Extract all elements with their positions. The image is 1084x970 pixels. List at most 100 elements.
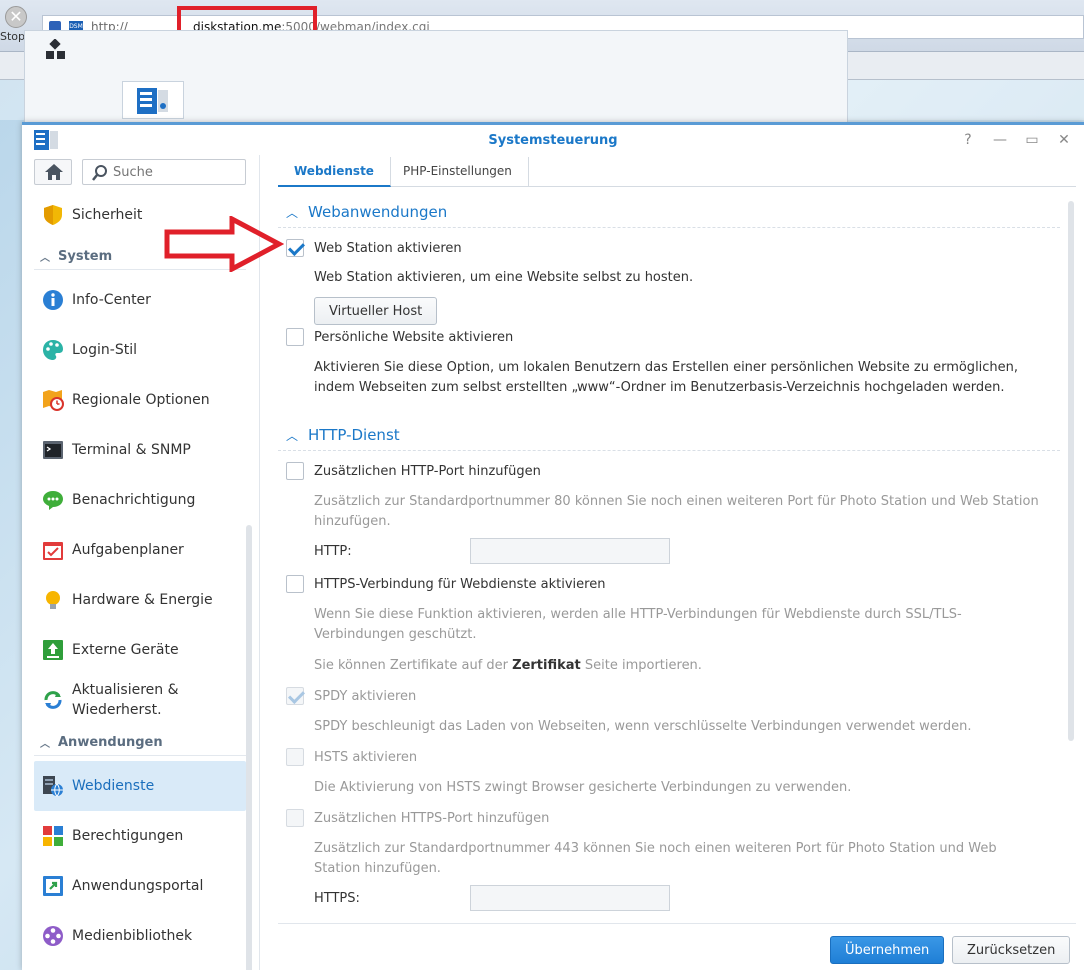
add-https-port-label: Zusätzlichen HTTPS-Port hinzufügen <box>314 810 550 826</box>
web-station-checkbox[interactable] <box>286 239 304 257</box>
control-panel-icon <box>137 88 168 114</box>
sidebar-item-login-stil[interactable]: Login-Stil <box>34 325 246 375</box>
hsts-description: Die Aktivierung von HSTS zwingt Browser … <box>314 780 852 795</box>
https-port-label: HTTPS: <box>314 891 360 906</box>
tab-webdienste[interactable]: Webdienste <box>278 157 391 187</box>
refresh-icon <box>44 691 62 709</box>
settings-content: ︿ Webanwendungen Web Station aktivieren … <box>278 199 1068 919</box>
certificate-note-prefix: Sie können Zertifikate auf der <box>314 658 513 673</box>
http-port-input[interactable] <box>470 538 670 564</box>
https-port-input[interactable] <box>470 885 670 911</box>
lightbulb-icon <box>46 591 60 609</box>
https-checkbox[interactable] <box>286 575 304 593</box>
media-icon <box>43 926 63 946</box>
home-icon <box>45 164 63 180</box>
annotation-arrow <box>164 216 284 272</box>
sidebar: Sicherheit ︿ System Info-Center Login-St… <box>22 155 260 970</box>
certificate-link[interactable]: Zertifikat <box>512 658 581 673</box>
shield-icon <box>44 205 62 225</box>
sidebar-item-medienbibliothek[interactable]: Medienbibliothek <box>34 911 246 961</box>
sidebar-item-label: Hardware & Energie <box>72 592 213 608</box>
tab-php-einstellungen[interactable]: PHP-Einstellungen <box>387 157 529 187</box>
portal-icon <box>43 876 63 896</box>
https-description: Wenn Sie diese Funktion aktivieren, werd… <box>314 607 962 642</box>
palette-icon <box>43 340 63 360</box>
https-label: HTTPS-Verbindung für Webdienste aktivier… <box>314 576 606 592</box>
chevron-up-icon: ︿ <box>286 428 299 443</box>
footer: Übernehmen Zurücksetzen <box>278 923 1076 970</box>
spdy-checkbox[interactable] <box>286 687 304 705</box>
help-button[interactable]: ? <box>958 130 978 150</box>
add-https-port-checkbox[interactable] <box>286 809 304 827</box>
info-icon <box>43 290 63 310</box>
sidebar-item-benachrichtigung[interactable]: Benachrichtigung <box>34 475 246 525</box>
http-port-label: HTTP: <box>314 544 352 559</box>
sidebar-item-terminal-snmp[interactable]: Terminal & SNMP <box>34 425 246 475</box>
chevron-up-icon: ︿ <box>40 739 50 750</box>
sidebar-item-label: Externe Geräte <box>72 642 179 658</box>
sidebar-scrollbar[interactable] <box>246 525 252 970</box>
sidebar-item-regionale-optionen[interactable]: Regionale Optionen <box>34 375 246 425</box>
grid-menu-icon <box>46 39 65 59</box>
search-input[interactable] <box>113 163 241 181</box>
section-title: Webanwendungen <box>308 203 448 221</box>
add-http-port-label: Zusätzlichen HTTP-Port hinzufügen <box>314 463 541 479</box>
sidebar-item-label: Anwendungsportal <box>72 878 204 894</box>
sidebar-item-anwendungsportal[interactable]: Anwendungsportal <box>34 861 246 911</box>
spdy-description: SPDY beschleunigt das Laden von Webseite… <box>314 719 972 734</box>
taskbar-control-panel-button[interactable] <box>122 81 184 119</box>
hsts-row: HSTS aktivieren <box>286 748 417 766</box>
sidebar-item-aufgabenplaner[interactable]: Aufgabenplaner <box>34 525 246 575</box>
search-box[interactable] <box>82 159 246 185</box>
sidebar-item-externe-geraete[interactable]: Externe Geräte <box>34 625 246 675</box>
add-https-port-row: Zusätzlichen HTTPS-Port hinzufügen <box>286 809 549 827</box>
https-row: HTTPS-Verbindung für Webdienste aktivier… <box>286 575 605 593</box>
certificate-note-suffix: Seite importieren. <box>580 658 702 673</box>
certificate-note: Sie können Zertifikate auf der Zertifika… <box>314 656 1044 676</box>
web-services-icon <box>43 776 63 797</box>
close-button[interactable]: ✕ <box>1054 130 1074 150</box>
sidebar-item-label: Berechtigungen <box>72 828 184 844</box>
sidebar-item-label: Sicherheit <box>72 207 143 223</box>
home-button[interactable] <box>34 159 72 185</box>
virtual-host-button[interactable]: Virtueller Host <box>314 297 438 325</box>
personal-website-checkbox[interactable] <box>286 328 304 346</box>
sidebar-item-label: Aufgabenplaner <box>72 542 184 558</box>
content-scrollbar[interactable] <box>1068 201 1074 741</box>
apply-button[interactable]: Übernehmen <box>830 936 945 964</box>
chat-bubble-icon <box>43 491 63 510</box>
sidebar-item-aktualisieren[interactable]: Aktualisieren & Wiederherst. <box>34 675 246 725</box>
sidebar-section-label: Anwendungen <box>58 735 163 750</box>
sidebar-item-label: Medienbibliothek <box>72 928 193 944</box>
personal-website-row: Persönliche Website aktivieren <box>286 328 513 346</box>
sidebar-item-info-center[interactable]: Info-Center <box>34 275 246 325</box>
sidebar-item-hardware-energie[interactable]: Hardware & Energie <box>34 575 246 625</box>
add-http-port-checkbox[interactable] <box>286 462 304 480</box>
sidebar-item-webdienste[interactable]: Webdienste <box>34 761 246 811</box>
tab-bar: Webdienste PHP-Einstellungen <box>278 157 1076 187</box>
chevron-up-icon: ︿ <box>286 205 299 220</box>
calendar-check-icon <box>43 542 63 560</box>
terminal-icon <box>43 441 63 459</box>
window-title: Systemsteuerung <box>488 133 618 148</box>
minimize-button[interactable]: — <box>990 130 1010 150</box>
stop-icon: ✕ <box>5 6 27 28</box>
reset-button[interactable]: Zurücksetzen <box>952 936 1071 964</box>
sidebar-section-anwendungen[interactable]: ︿ Anwendungen <box>34 730 246 756</box>
section-header-http-dienst[interactable]: ︿ HTTP-Dienst <box>286 426 400 444</box>
spdy-label: SPDY aktivieren <box>314 688 417 704</box>
sidebar-item-label: Webdienste <box>72 778 155 794</box>
web-station-label: Web Station aktivieren <box>314 240 462 256</box>
section-header-webanwendungen[interactable]: ︿ Webanwendungen <box>286 203 447 221</box>
hsts-checkbox[interactable] <box>286 748 304 766</box>
sidebar-item-label: Terminal & SNMP <box>72 442 191 458</box>
search-icon <box>92 165 107 181</box>
sidebar-item-berechtigungen[interactable]: Berechtigungen <box>34 811 246 861</box>
sidebar-item-label: Regionale Optionen <box>72 392 210 408</box>
web-station-row: Web Station aktivieren <box>286 239 462 257</box>
blocks-icon <box>43 826 63 846</box>
maximize-button[interactable]: ▭ <box>1022 130 1042 150</box>
upload-icon <box>43 640 63 660</box>
window-header[interactable]: Systemsteuerung ? — ▭ ✕ <box>22 125 1084 155</box>
spdy-row: SPDY aktivieren <box>286 687 416 705</box>
